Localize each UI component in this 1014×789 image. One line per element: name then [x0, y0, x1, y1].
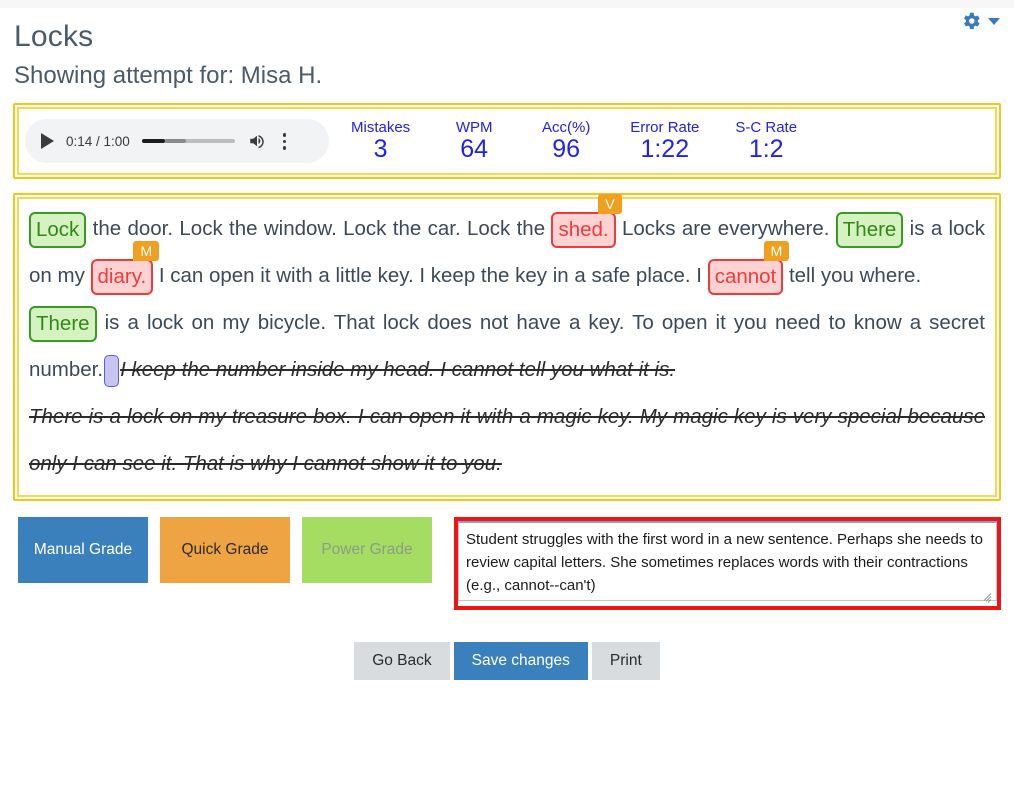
stat-wpm: WPM 64 [446, 119, 502, 164]
stat-label: S-C Rate [735, 118, 798, 136]
marked-word-there-1[interactable]: There [835, 211, 904, 248]
stat-accuracy: Acc(%) 96 [538, 119, 594, 164]
audio-buffer-fill [165, 139, 186, 144]
marked-word-text: diary. [97, 264, 147, 288]
passage-text: the door. Lock the window. Lock the car.… [86, 217, 552, 241]
manual-grade-button[interactable]: Manual Grade [18, 517, 148, 584]
stat-value: 1:2 [748, 135, 784, 164]
passage-panel: Lock the door. Lock the window. Lock the… [13, 193, 1001, 502]
audio-player[interactable]: 0:14 / 1:00 [25, 119, 329, 164]
stat-value: 3 [373, 135, 388, 164]
stat-value: 1:22 [640, 135, 690, 164]
passage-paragraph-3: There is a lock on my treasure box. I ca… [29, 393, 985, 487]
stat-label: Error Rate [630, 118, 700, 136]
marked-word-text: shed. [558, 217, 609, 241]
passage-text: I can open it with a little key. I keep … [153, 264, 708, 288]
badge-v: V [598, 193, 622, 214]
audio-seek-bar[interactable] [141, 139, 235, 144]
passage-text: tell you where. [783, 264, 922, 288]
passage-text: Locks are everywhere. [615, 217, 836, 241]
marked-word-text: cannot [714, 264, 777, 288]
unread-text: I keep the number inside my head. I cann… [120, 358, 676, 382]
badge-m: M [763, 240, 790, 261]
top-strip [0, 0, 1014, 8]
stat-sc-rate: S-C Rate 1:2 [735, 119, 797, 164]
passage-paragraph-2: There is a lock on my bicycle. That lock… [29, 299, 985, 393]
stat-label: Mistakes [351, 118, 411, 136]
badge-m: M [133, 240, 160, 261]
passage-paragraph-1: Lock the door. Lock the window. Lock the… [29, 193, 985, 299]
stats-panel: 0:14 / 1:00 Mistakes 3 WPM 64 Acc(%) 96 … [13, 103, 1001, 180]
marked-word-diary[interactable]: Mdiary. [90, 240, 160, 295]
teacher-note-wrapper [454, 517, 1001, 611]
gear-icon[interactable] [960, 10, 982, 32]
volume-icon[interactable] [247, 132, 267, 150]
audio-progress-fill [141, 139, 166, 144]
settings-menu[interactable] [960, 10, 1000, 32]
kebab-menu-icon[interactable] [279, 133, 291, 150]
power-grade-button[interactable]: Power Grade [302, 517, 432, 584]
audio-time: 0:14 / 1:00 [66, 133, 130, 149]
attempt-subtitle: Showing attempt for: Misa H. [14, 62, 323, 89]
unread-text: There is a lock on my treasure box. I ca… [29, 405, 985, 476]
marked-word-shed[interactable]: Vshed. [551, 193, 622, 248]
stat-label: Acc(%) [542, 118, 591, 136]
go-back-button[interactable]: Go Back [354, 642, 450, 681]
stat-error-rate: Error Rate 1:22 [630, 119, 699, 164]
marked-word-there-2[interactable]: There [29, 305, 97, 342]
save-changes-button[interactable]: Save changes [453, 642, 588, 681]
page-title: Locks [14, 20, 94, 53]
teacher-note-input[interactable] [458, 521, 997, 602]
reading-cursor-marker[interactable] [104, 354, 120, 387]
chevron-down-icon[interactable] [988, 17, 1000, 25]
print-button[interactable]: Print [591, 642, 660, 681]
stat-mistakes: Mistakes 3 [351, 119, 410, 164]
marked-word-lock[interactable]: Lock [29, 211, 87, 248]
stat-label: WPM [455, 118, 493, 136]
grade-actions-row: Manual Grade Quick Grade Power Grade [18, 517, 1001, 611]
stat-value: 64 [460, 135, 489, 164]
quick-grade-button[interactable]: Quick Grade [160, 517, 290, 584]
marked-word-cannot[interactable]: Mcannot [707, 240, 790, 295]
footer-actions: Go Back Save changes Print [0, 642, 1014, 681]
stat-value: 96 [552, 135, 581, 164]
play-icon[interactable] [41, 133, 54, 150]
